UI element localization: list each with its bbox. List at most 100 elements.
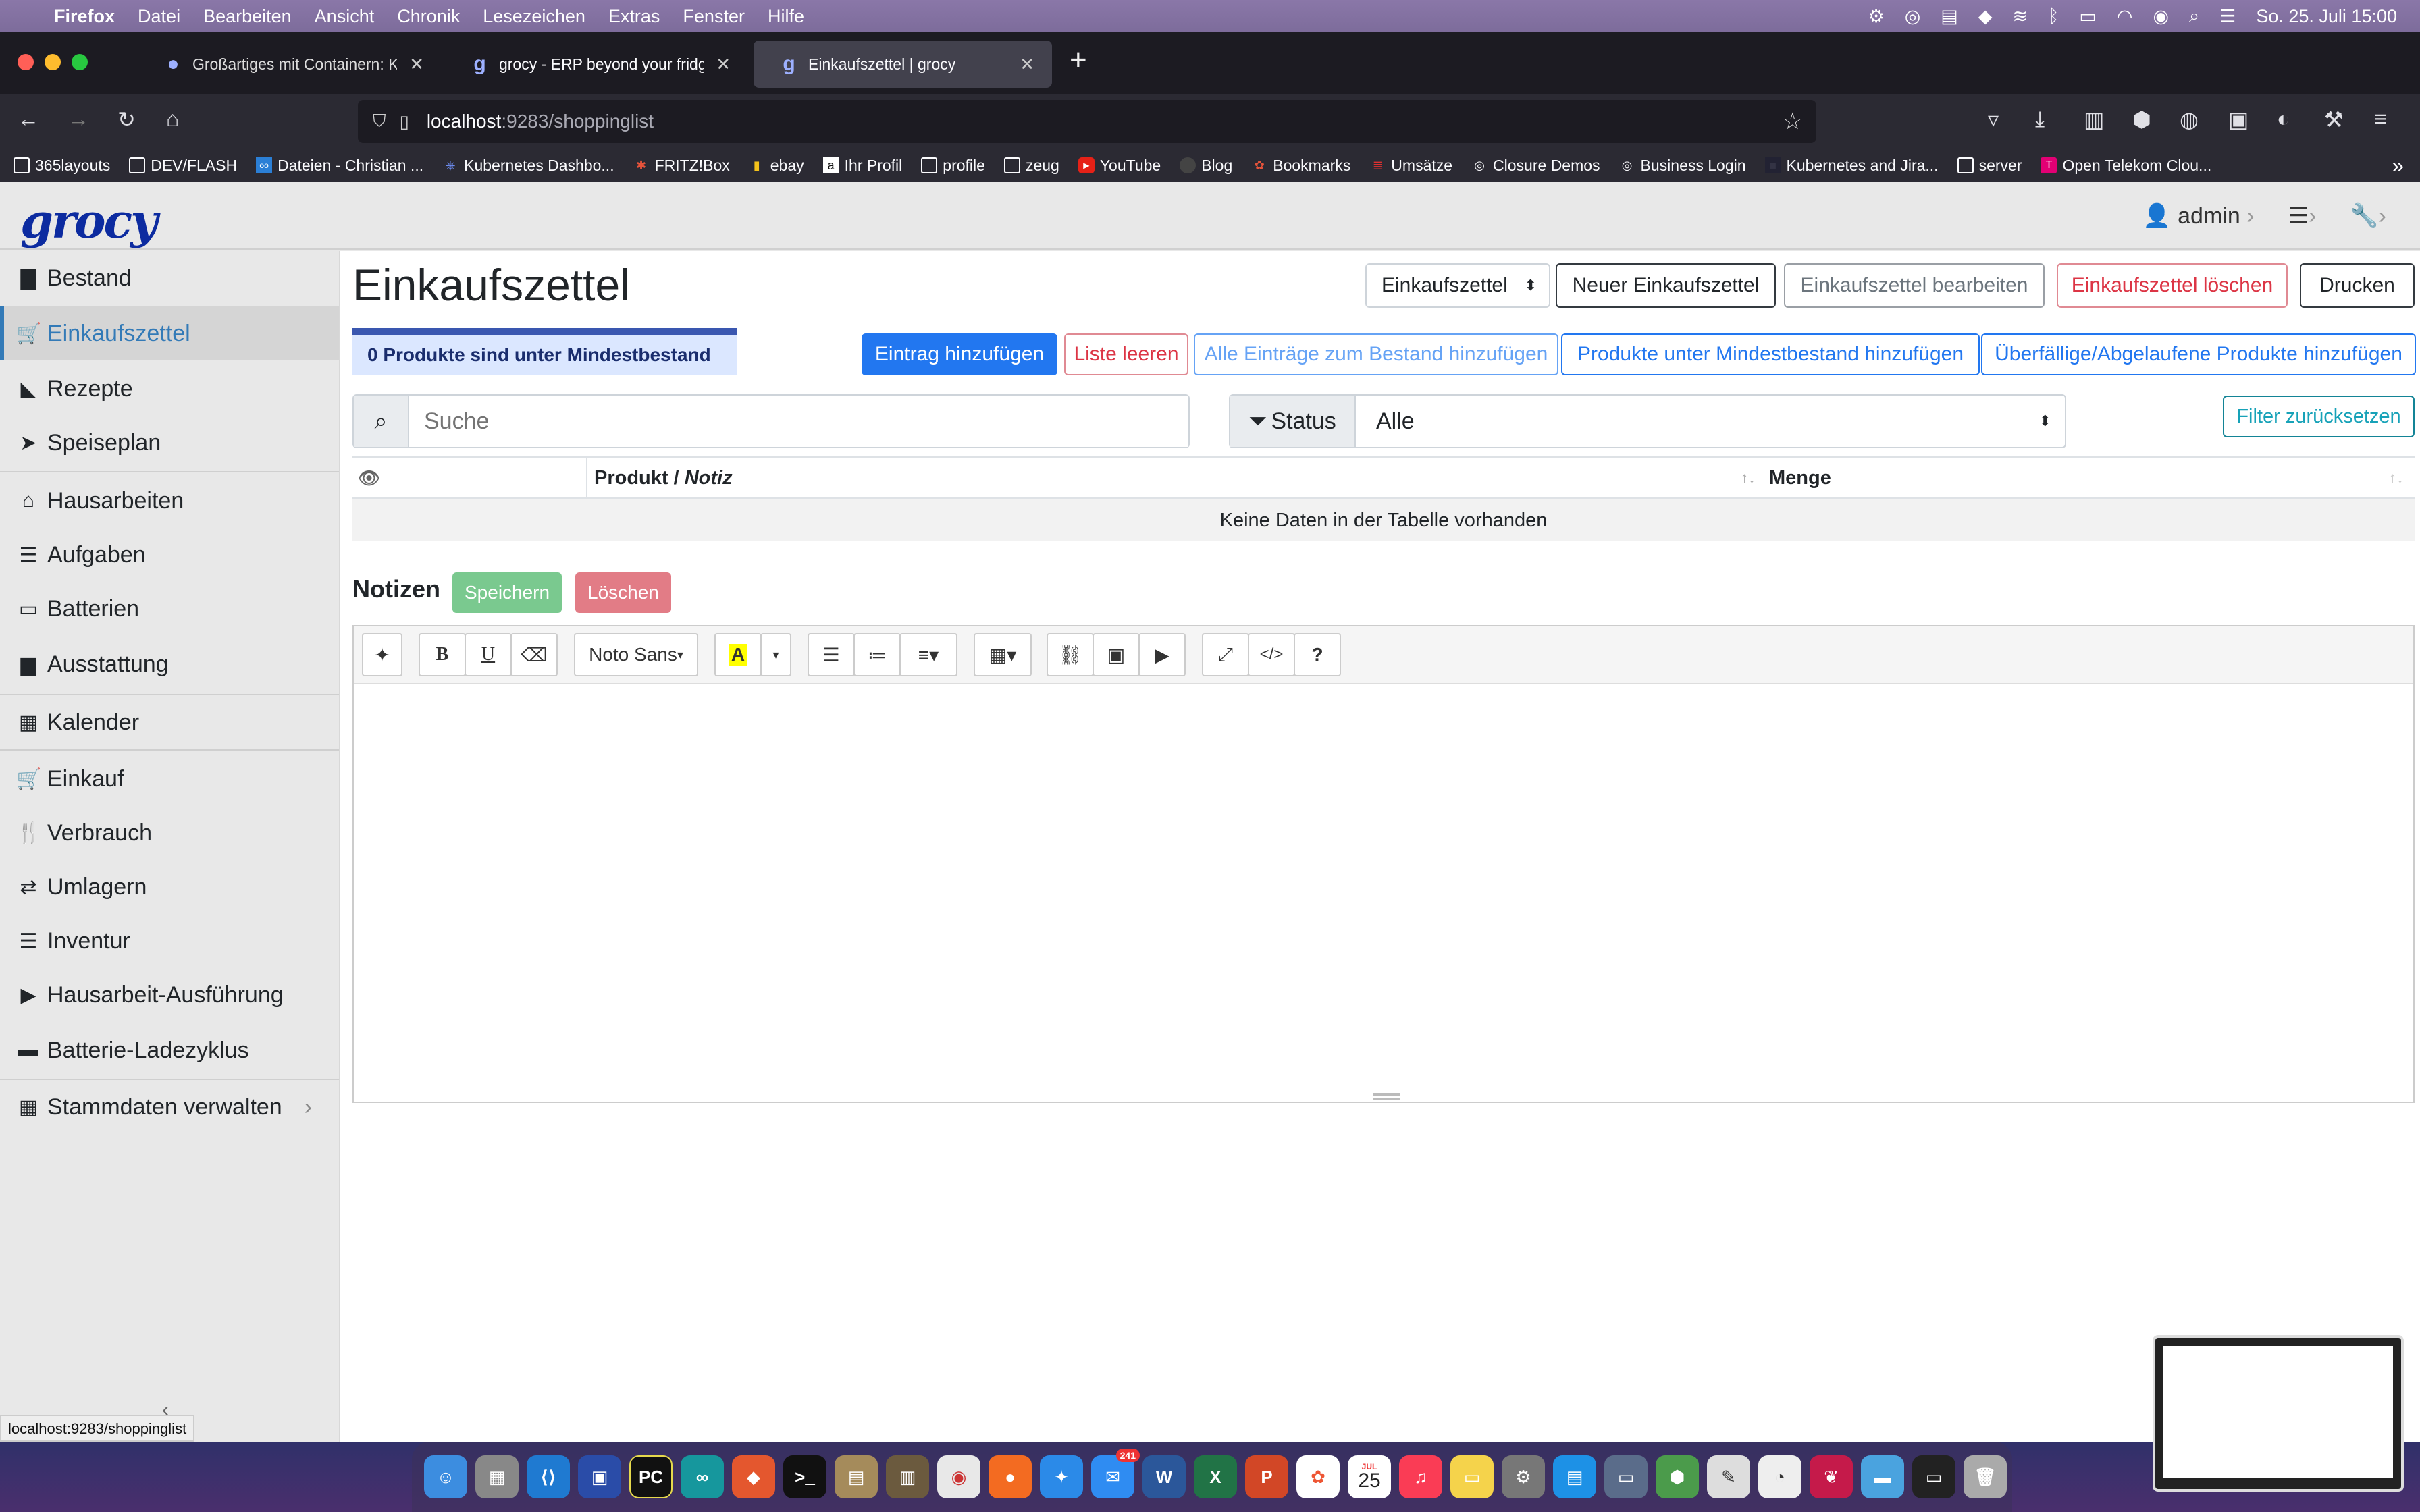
new-tab-icon[interactable]: + [1070, 43, 1087, 77]
code-view-icon[interactable]: </> [1248, 633, 1295, 676]
reset-filter-button[interactable]: Filter zurücksetzen [2223, 396, 2415, 437]
browser-tab[interactable]: ● Großartiges mit Containern: Kü ✕ [138, 40, 442, 88]
sidebar-item-inventur[interactable]: ☰ Inventur [0, 914, 339, 968]
terminal-icon[interactable]: >_ [783, 1455, 826, 1498]
resize-handle[interactable] [1373, 1094, 1400, 1100]
save-notes-button[interactable]: Speichern [452, 572, 562, 613]
pycharm-icon[interactable]: PC [629, 1455, 673, 1498]
sidebar-item-umlagern[interactable]: ⇄ Umlagern [0, 860, 339, 914]
fullscreen-icon[interactable]: ⤢ [1202, 633, 1249, 676]
sidebar-item-stammdaten[interactable]: ▦ Stammdaten verwalten › [0, 1080, 339, 1134]
menu-item[interactable]: Ansicht [315, 6, 375, 27]
bookmark-item[interactable]: ✱ FRITZ!Box [633, 157, 730, 175]
search-input[interactable] [409, 396, 1188, 447]
menu-item[interactable]: Hilfe [768, 6, 804, 27]
settings-menu[interactable]: ☰› [2288, 202, 2317, 230]
photos-icon[interactable]: ✿ [1296, 1455, 1340, 1498]
image-icon[interactable]: ▣ [1093, 633, 1140, 676]
delete-list-button[interactable]: Einkaufszettel löschen [2057, 263, 2288, 308]
sidebar-item-kalender[interactable]: ▦ Kalender [0, 695, 339, 749]
gear-icon[interactable]: ⚙ [1868, 6, 1884, 27]
browser-tab-active[interactable]: g Einkaufszettel | grocy ✕ [754, 40, 1052, 88]
firefox-icon[interactable]: ● [989, 1455, 1032, 1498]
safari-icon[interactable]: ✦ [1040, 1455, 1083, 1498]
bookmark-item[interactable]: zeug [1003, 157, 1059, 175]
forward-icon[interactable]: → [68, 107, 89, 132]
sidebar-item-hausarbeiten[interactable]: ⌂ Hausarbeiten [0, 474, 339, 528]
tools-menu[interactable]: 🔧› [2350, 202, 2386, 230]
battery-icon[interactable]: ▭ [2079, 6, 2097, 27]
paragraph-align-icon[interactable]: ≡▾ [899, 633, 957, 676]
sidebar-item-rezepte[interactable]: ◣ Rezepte [0, 362, 339, 416]
video-icon[interactable]: ▶ [1138, 633, 1186, 676]
back-icon[interactable]: ← [18, 107, 39, 132]
menu-item[interactable]: Datei [138, 6, 180, 27]
user-menu[interactable]: 👤 admin › [2142, 202, 2254, 230]
extension-icon[interactable]: ⬢ [2132, 107, 2151, 132]
bookmark-item[interactable]: ▶ YouTube [1078, 157, 1161, 175]
bookmark-item[interactable]: DEV/FLASH [129, 157, 237, 175]
adblock-icon[interactable]: ◍ [2180, 107, 2199, 132]
pocket-icon[interactable]: ▿ [1988, 107, 1999, 132]
chevron-right-icon[interactable]: » [2392, 153, 2404, 178]
text-color-button[interactable]: A [714, 633, 762, 676]
app-icon[interactable]: ⬢ [1656, 1455, 1699, 1498]
sidebar-item-hausarbeit-ausfuehrung[interactable]: ▶ Hausarbeit-Ausführung [0, 968, 339, 1022]
globe-icon[interactable]: ◎ [1905, 6, 1921, 27]
notes-icon[interactable]: ▭ [1450, 1455, 1494, 1498]
system-preferences-icon[interactable]: ⚙ [1502, 1455, 1545, 1498]
screenshot-thumbnail[interactable] [2153, 1335, 2404, 1492]
wifi-icon[interactable]: ◠ [2117, 6, 2133, 27]
remote-desktop-icon[interactable]: ▣ [578, 1455, 621, 1498]
downloads-folder-icon[interactable]: ▬ [1861, 1455, 1904, 1498]
delete-notes-button[interactable]: Löschen [575, 572, 671, 613]
bookmark-item[interactable]: T Open Telekom Clou... [2041, 157, 2211, 175]
screen-sharing-icon[interactable]: ▭ [1604, 1455, 1648, 1498]
wifi-off-icon[interactable]: ≋ [2013, 6, 2028, 27]
sidebar-item-ausstattung[interactable]: ▆ Ausstattung [0, 637, 339, 691]
music-icon[interactable]: ♫ [1399, 1455, 1442, 1498]
search-icon[interactable]: ⌕ [2189, 5, 2199, 27]
bookmark-item[interactable]: ◎ Business Login [1619, 157, 1746, 175]
reader-view-icon[interactable]: ▥ [2084, 107, 2104, 132]
bookmark-item[interactable]: ◎ Closure Demos [1471, 157, 1600, 175]
home-icon[interactable]: ⌂ [166, 107, 179, 132]
minimize-window-button[interactable] [45, 54, 61, 70]
browser-tab[interactable]: g grocy - ERP beyond your fridge ✕ [444, 40, 748, 88]
bulleted-list-icon[interactable]: ☰ [808, 633, 855, 676]
app-icon[interactable]: ▤ [835, 1455, 878, 1498]
eraser-icon[interactable]: ⌫ [510, 633, 558, 676]
shield-icon[interactable]: ⛉ [373, 111, 386, 132]
magic-wand-icon[interactable]: ✦ [362, 633, 402, 676]
docker-icon[interactable]: ▤ [1941, 6, 1958, 27]
docker-icon[interactable]: ▤ [1553, 1455, 1596, 1498]
arduino-icon[interactable]: ∞ [681, 1455, 724, 1498]
preview-icon[interactable]: ◔ [1758, 1455, 1801, 1498]
menu-item[interactable]: Lesezeichen [483, 6, 585, 27]
bookmark-item[interactable]: ✿ Bookmarks [1251, 157, 1351, 175]
bookmark-item[interactable]: server [1957, 157, 2022, 175]
table-icon[interactable]: ▦▾ [974, 633, 1032, 676]
zoom-window-button[interactable] [72, 54, 88, 70]
sidebar-item-einkauf[interactable]: 🛒 Einkauf [0, 752, 339, 806]
bluetooth-icon[interactable]: ᛒ [2048, 6, 2059, 27]
books-icon[interactable]: ▥ [886, 1455, 929, 1498]
menubar-clock[interactable]: So. 25. Juli 15:00 [2256, 6, 2397, 27]
sidebar-item-batterien[interactable]: ▭ Batterien [0, 582, 339, 636]
numbered-list-icon[interactable]: ≔ [853, 633, 901, 676]
page-icon[interactable]: ▯ [400, 111, 409, 132]
add-overdue-button[interactable]: Überfällige/Abgelaufene Produkte hinzufü… [1981, 333, 2416, 375]
tools-icon[interactable]: ⚒ [2324, 107, 2344, 132]
underline-button[interactable]: U [465, 633, 512, 676]
close-icon[interactable]: ✕ [1020, 54, 1034, 75]
shopping-list-select[interactable]: Einkaufszettel ⬍ [1365, 263, 1550, 308]
bookmark-item[interactable]: 365layouts [14, 157, 110, 175]
control-center-icon[interactable]: ☰ [2219, 6, 2236, 27]
calendar-icon[interactable]: JUL 25 [1348, 1455, 1391, 1498]
column-product[interactable]: Produkt / Notiz ↑↓ [594, 458, 1762, 498]
eye-icon[interactable]: 👁 [358, 458, 587, 498]
add-entry-button[interactable]: Eintrag hinzufügen [862, 333, 1057, 375]
powerpoint-icon[interactable]: P [1245, 1455, 1288, 1498]
bookmark-item[interactable]: oo Dateien - Christian ... [256, 157, 423, 175]
column-amount[interactable]: Menge ↑↓ [1769, 458, 2411, 498]
